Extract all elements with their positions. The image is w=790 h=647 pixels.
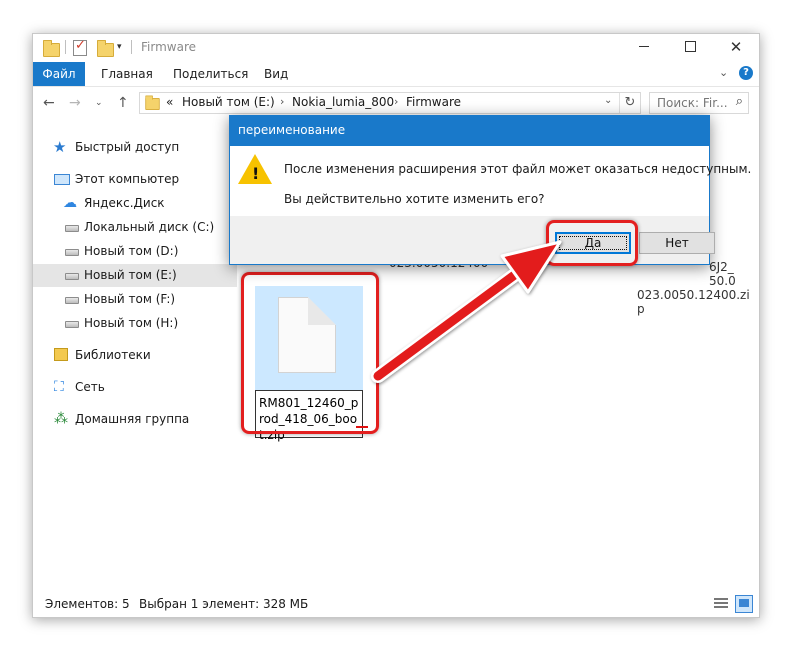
minimize-icon (639, 46, 649, 47)
toolbar-separator (65, 40, 66, 54)
cloud-icon: ☁ (63, 195, 77, 211)
sidebar-item-drive-f[interactable]: Новый том (F:) (33, 288, 237, 311)
window-title: Firmware (141, 40, 196, 54)
tab-file[interactable]: Файл (33, 62, 85, 86)
sidebar-item-label: Быстрый доступ (75, 140, 180, 154)
tab-view[interactable]: Вид (264, 62, 288, 86)
dialog-title: переименование (238, 123, 346, 137)
dialog-message: После изменения расширения этот файл мож… (284, 162, 752, 176)
help-icon[interactable]: ? (739, 66, 753, 80)
sidebar-item-quick-access[interactable]: ★ Быстрый доступ (33, 136, 237, 159)
maximize-icon (684, 41, 696, 52)
close-icon: ✕ (729, 38, 743, 56)
sidebar-item-homegroup[interactable]: ⁂ Домашняя группа (33, 408, 237, 431)
sidebar-item-label: Яндекс.Диск (84, 196, 165, 210)
sidebar-item-label: Новый том (E:) (84, 268, 177, 282)
file-label-line: 6J2_ (709, 260, 734, 274)
star-icon: ★ (53, 138, 67, 156)
file-label-line: 50.0 (709, 274, 736, 288)
search-input[interactable]: Поиск: Fir... ⌕ (649, 92, 749, 114)
no-button-label: Нет (665, 236, 689, 250)
sidebar-item-label: Локальный диск (C:) (84, 220, 215, 234)
rename-confirm-dialog: переименование ! После изменения расшире… (229, 115, 751, 266)
recent-locations-icon[interactable]: ⌄ (95, 98, 103, 108)
ribbon: Файл Главная Поделиться Вид ⌄ ? (33, 62, 759, 87)
sidebar-item-libraries[interactable]: Библиотеки (33, 344, 237, 367)
forward-arrow-icon[interactable]: → (69, 95, 81, 111)
drive-icon (65, 225, 79, 232)
breadcrumb-chevron-icon[interactable]: › (394, 95, 398, 108)
sidebar-item-label: Сеть (75, 380, 105, 394)
title-bar: ▾ Firmware ✕ (33, 34, 759, 62)
search-placeholder: Поиск: Fir... (657, 96, 728, 110)
maximize-button[interactable] (667, 34, 713, 62)
address-bar[interactable]: « Новый том (E:) › Nokia_lumia_800 › Fir… (139, 92, 641, 114)
minimize-button[interactable] (621, 34, 667, 62)
sidebar-item-drive-e[interactable]: Новый том (E:) (33, 264, 237, 287)
file-label-partial-right[interactable]: 6J2_ 50.0 023.0050.12400.zi p (637, 228, 759, 316)
toolbar-separator (131, 40, 132, 54)
folder-icon (145, 95, 160, 110)
sidebar-item-drive-d[interactable]: Новый том (D:) (33, 240, 237, 263)
annotation-highlight-file (241, 272, 379, 434)
properties-icon[interactable] (73, 38, 87, 56)
network-icon: ⛶ (54, 379, 64, 395)
breadcrumb-drive[interactable]: Новый том (E:) (182, 95, 275, 109)
sidebar-item-label: Новый том (F:) (84, 292, 176, 306)
dialog-question: Вы действительно хотите изменить его? (284, 192, 545, 206)
dialog-title-bar: переименование (230, 116, 709, 146)
search-icon[interactable]: ⌕ (736, 94, 743, 109)
sidebar-item-network[interactable]: ⛶ Сеть (33, 376, 237, 399)
sidebar-item-drive-c[interactable]: Локальный диск (C:) (33, 216, 237, 239)
item-count: Элементов: 5 (45, 597, 130, 611)
homegroup-icon: ⁂ (54, 411, 68, 427)
navigation-pane: ★ Быстрый доступ Этот компьютер ☁ Яндекс… (33, 120, 237, 590)
drive-icon (65, 321, 79, 328)
sidebar-item-label: Новый том (H:) (84, 316, 179, 330)
close-button[interactable]: ✕ (713, 34, 759, 62)
sidebar-item-label: Этот компьютер (75, 172, 180, 186)
details-view-icon[interactable] (714, 596, 728, 610)
status-bar: Элементов: 5 Выбран 1 элемент: 328 МБ (33, 592, 759, 616)
warning-exclamation-icon: ! (252, 164, 260, 183)
ribbon-expand-icon[interactable]: ⌄ (719, 66, 728, 79)
breadcrumb-chevron-icon[interactable]: › (280, 95, 284, 108)
computer-icon (54, 174, 70, 185)
new-folder-icon[interactable] (97, 40, 114, 57)
sidebar-item-label: Библиотеки (75, 348, 151, 362)
sidebar-item-yandex-disk[interactable]: ☁ Яндекс.Диск (33, 192, 237, 215)
quick-access-dropdown-icon[interactable]: ▾ (117, 42, 122, 52)
sidebar-item-drive-h[interactable]: Новый том (H:) (33, 312, 237, 335)
tab-share[interactable]: Поделиться (173, 62, 248, 86)
sidebar-item-label: Новый том (D:) (84, 244, 179, 258)
sidebar-item-this-pc[interactable]: Этот компьютер (33, 168, 237, 191)
tab-home[interactable]: Главная (101, 62, 153, 86)
breadcrumb-overflow[interactable]: « (166, 95, 173, 109)
annotation-highlight-yes (546, 220, 638, 266)
up-arrow-icon[interactable]: ↑ (117, 95, 129, 111)
file-label-line: 023.0050.12400.zi (637, 288, 750, 302)
back-arrow-icon[interactable]: ← (43, 95, 55, 111)
library-icon (54, 348, 68, 361)
breadcrumb-current[interactable]: Firmware (406, 95, 461, 109)
breadcrumb-folder[interactable]: Nokia_lumia_800 (292, 95, 394, 109)
address-dropdown-icon[interactable]: ⌄ (604, 95, 612, 106)
large-icons-view-icon[interactable] (735, 595, 753, 613)
drive-icon (65, 273, 79, 280)
folder-icon (43, 40, 60, 57)
refresh-icon[interactable]: ↻ (619, 93, 640, 113)
sidebar-item-label: Домашняя группа (75, 412, 190, 426)
file-label-line: p (637, 302, 645, 316)
drive-icon (65, 297, 79, 304)
no-button[interactable]: Нет (639, 232, 715, 254)
selection-info: Выбран 1 элемент: 328 МБ (139, 597, 309, 611)
drive-icon (65, 249, 79, 256)
